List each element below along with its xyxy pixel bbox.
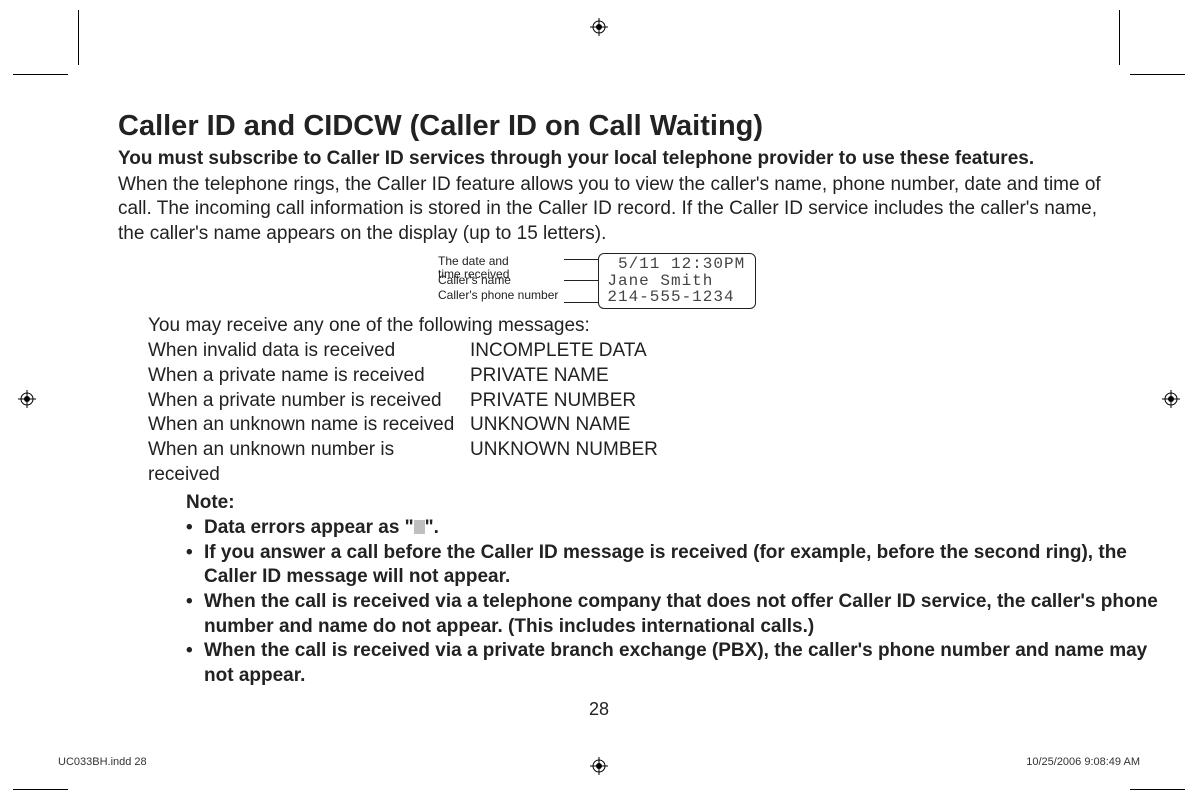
note-item: • Data errors appear as "". bbox=[186, 516, 1176, 541]
note-item: • When the call is received via a privat… bbox=[186, 639, 1176, 688]
bullet-icon: • bbox=[186, 516, 204, 541]
note-text: If you answer a call before the Caller I… bbox=[204, 541, 1176, 590]
data-error-block-icon bbox=[414, 520, 425, 534]
note-text: Data errors appear as "". bbox=[204, 516, 1176, 541]
bullet-icon: • bbox=[186, 590, 204, 639]
messages-list: When invalid data is receivedINCOMPLETE … bbox=[148, 339, 1123, 487]
label-date-time: The date and time received bbox=[438, 255, 558, 271]
message-row: When invalid data is receivedINCOMPLETE … bbox=[148, 339, 1123, 364]
message-row: When a private number is receivedPRIVATE… bbox=[148, 389, 1123, 414]
lcd-line-1: 5/11 12:30PM bbox=[607, 255, 745, 273]
note-item: • If you answer a call before the Caller… bbox=[186, 541, 1176, 590]
lcd-line-2: Jane Smith bbox=[607, 272, 713, 290]
message-condition: When an unknown name is received bbox=[148, 413, 470, 438]
message-row: When an unknown number is receivedUNKNOW… bbox=[148, 438, 1123, 487]
crop-mark bbox=[13, 74, 68, 75]
message-text: PRIVATE NUMBER bbox=[470, 389, 636, 414]
message-text: UNKNOWN NUMBER bbox=[470, 438, 658, 487]
diagram-connector-lines bbox=[564, 259, 598, 303]
caller-id-diagram: The date and time received Caller's name… bbox=[438, 253, 1123, 309]
page-number: 28 bbox=[0, 699, 1198, 720]
message-condition: When an unknown number is received bbox=[148, 438, 470, 487]
message-condition: When a private name is received bbox=[148, 364, 470, 389]
crop-mark bbox=[78, 10, 79, 65]
crop-mark bbox=[1130, 74, 1185, 75]
note-block: Note: • Data errors appear as "". • If y… bbox=[186, 491, 1176, 689]
lcd-line-3: 214-555-1234 bbox=[607, 288, 734, 306]
registration-mark-icon bbox=[590, 18, 608, 36]
message-text: INCOMPLETE DATA bbox=[470, 339, 647, 364]
note-heading: Note: bbox=[186, 491, 1176, 516]
footer: UC033BH.indd 28 10/25/2006 9:08:49 AM bbox=[0, 756, 1198, 768]
footer-filename: UC033BH.indd 28 bbox=[58, 756, 147, 768]
page-subtitle: You must subscribe to Caller ID services… bbox=[118, 147, 1123, 171]
note-text: When the call is received via a private … bbox=[204, 639, 1176, 688]
message-condition: When a private number is received bbox=[148, 389, 470, 414]
label-caller-name: Caller's name bbox=[438, 274, 558, 288]
message-row: When an unknown name is receivedUNKNOWN … bbox=[148, 413, 1123, 438]
bullet-icon: • bbox=[186, 541, 204, 590]
message-text: UNKNOWN NAME bbox=[470, 413, 630, 438]
registration-mark-icon bbox=[1162, 390, 1180, 408]
note-text: When the call is received via a telephon… bbox=[204, 590, 1176, 639]
crop-mark bbox=[1119, 10, 1120, 65]
crop-mark bbox=[13, 789, 68, 790]
registration-mark-icon bbox=[18, 390, 36, 408]
intro-paragraph: When the telephone rings, the Caller ID … bbox=[118, 173, 1123, 247]
note-item: • When the call is received via a teleph… bbox=[186, 590, 1176, 639]
label-caller-phone: Caller's phone number bbox=[438, 289, 558, 303]
diagram-labels: The date and time received Caller's name… bbox=[438, 255, 558, 303]
messages-intro: You may receive any one of the following… bbox=[148, 315, 1123, 337]
lcd-display: 5/11 12:30PM Jane Smith 214-555-1234 bbox=[598, 253, 756, 309]
message-text: PRIVATE NAME bbox=[470, 364, 609, 389]
crop-mark bbox=[1130, 789, 1185, 790]
message-row: When a private name is receivedPRIVATE N… bbox=[148, 364, 1123, 389]
page-content: Caller ID and CIDCW (Caller ID on Call W… bbox=[118, 110, 1123, 689]
message-condition: When invalid data is received bbox=[148, 339, 470, 364]
bullet-icon: • bbox=[186, 639, 204, 688]
page-title: Caller ID and CIDCW (Caller ID on Call W… bbox=[118, 110, 1123, 143]
footer-timestamp: 10/25/2006 9:08:49 AM bbox=[1026, 756, 1140, 768]
